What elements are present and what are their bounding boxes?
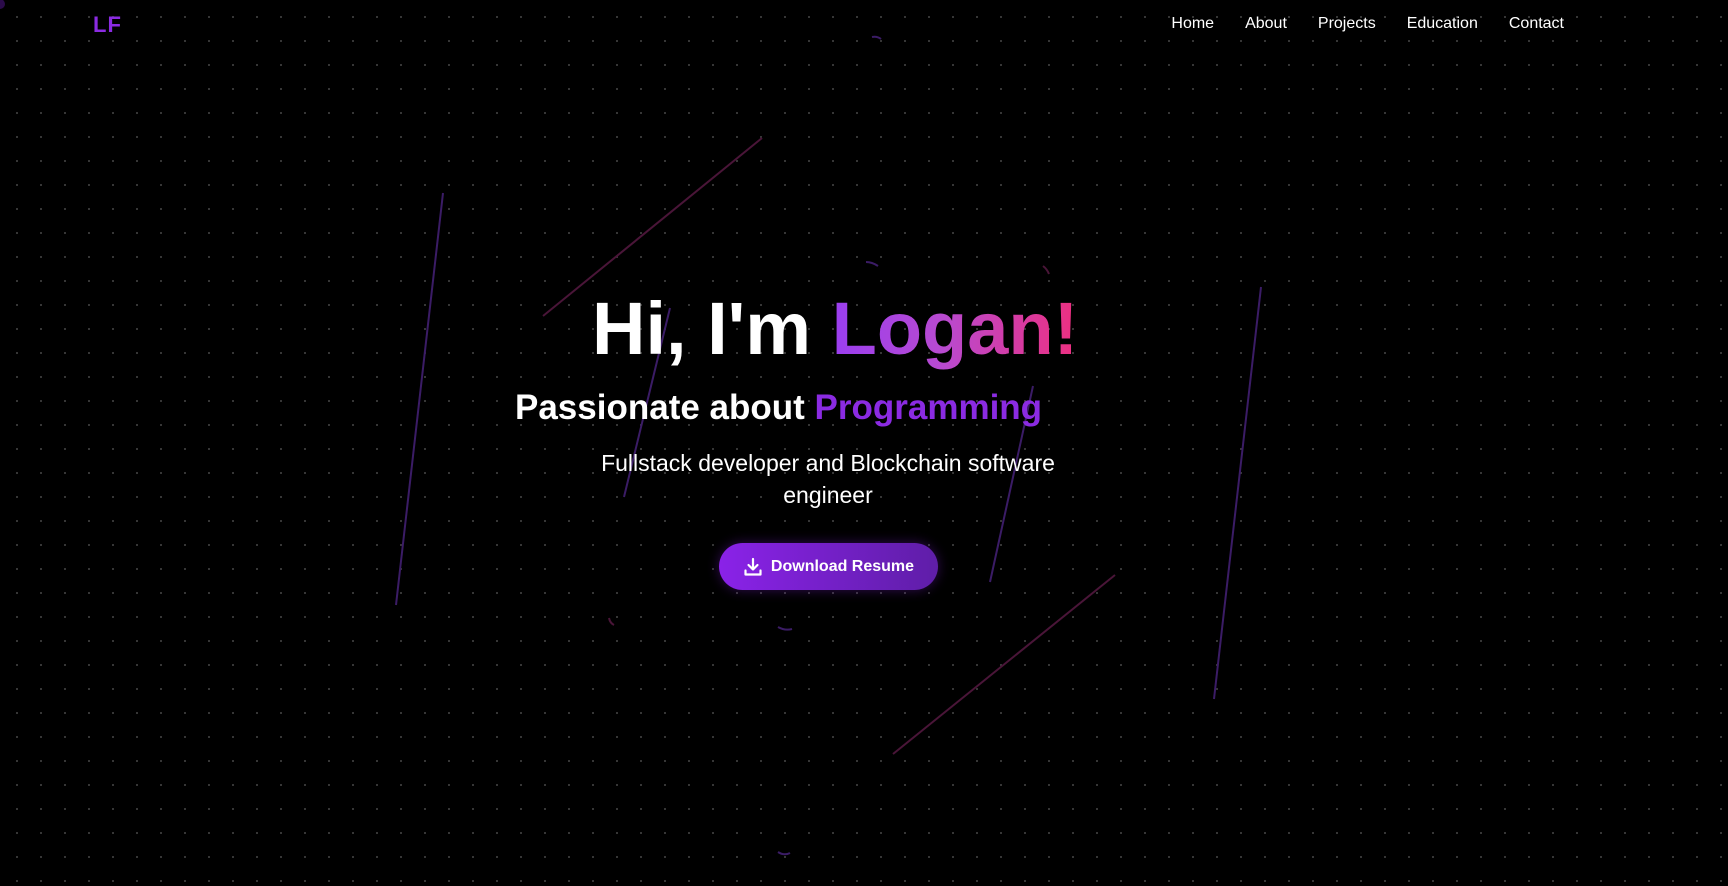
hero-greeting: Hi, I'm: [592, 287, 832, 370]
hero-subtitle-accent: Programming: [814, 388, 1043, 427]
hero-name: Logan!: [831, 287, 1079, 370]
download-resume-button[interactable]: Download Resume: [719, 543, 938, 590]
hero-subtitle: Passionate about Programming: [515, 390, 1042, 425]
hero-subtitle-prefix: Passionate about: [515, 388, 815, 427]
hero-description: Fullstack developer and Blockchain softw…: [601, 450, 1055, 508]
download-resume-label: Download Resume: [770, 557, 915, 575]
page: LF Home About Projects Education Contact…: [0, 0, 1728, 886]
hero-title: Hi, I'm Logan!: [592, 292, 1078, 366]
download-icon: [743, 557, 763, 577]
hero-section: Hi, I'm Logan! Passionate about Programm…: [0, 0, 1728, 886]
